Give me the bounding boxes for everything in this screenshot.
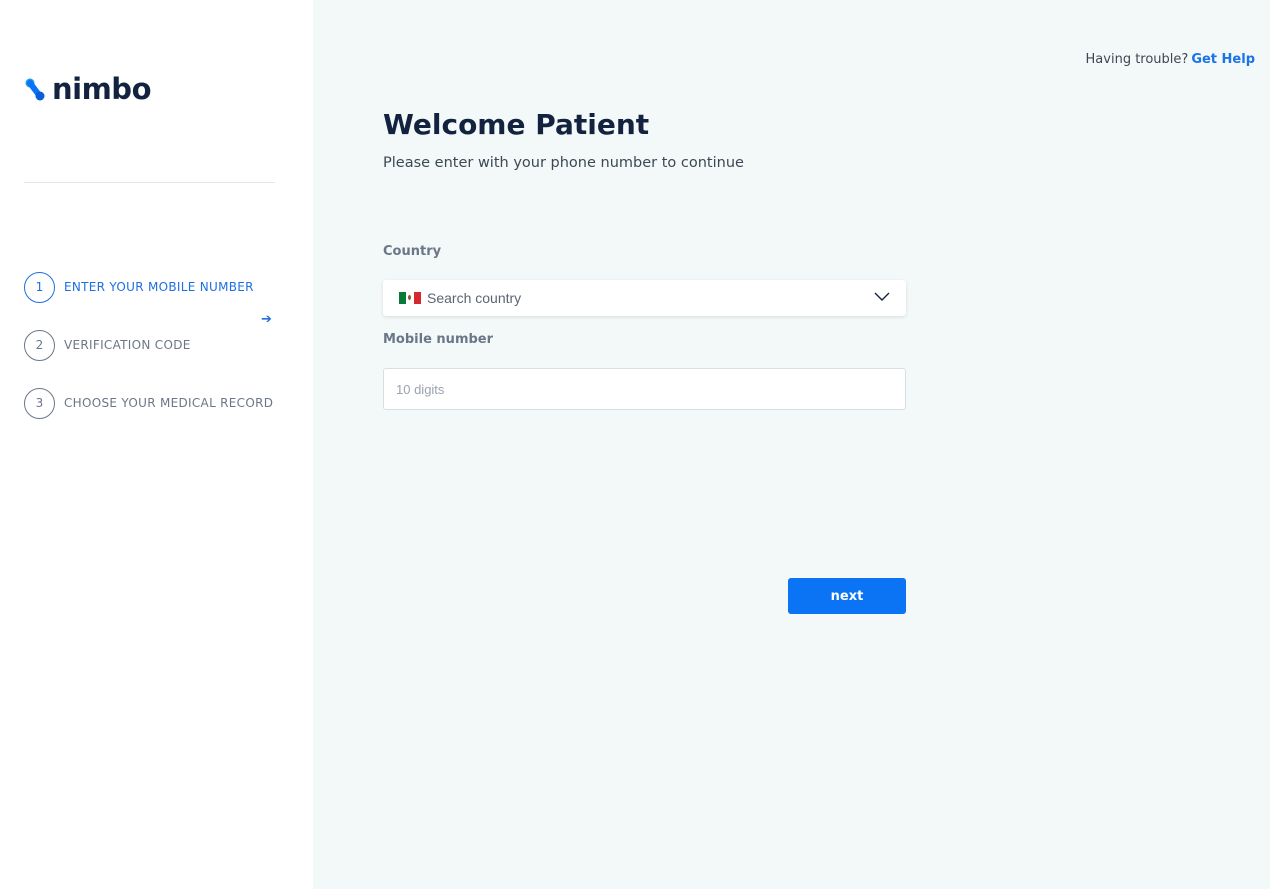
mexico-flag-icon: [399, 292, 421, 304]
arrow-right-icon: ➔: [261, 312, 272, 327]
step-number: 3: [24, 387, 55, 419]
country-placeholder: Search country: [427, 290, 522, 306]
step-label: CHOOSE YOUR MEDICAL RECORD: [64, 396, 274, 410]
logo[interactable]: nimbo: [24, 72, 152, 106]
page-subtitle: Please enter with your phone number to c…: [383, 155, 744, 171]
country-select[interactable]: Search country: [383, 280, 906, 316]
nimbo-logo-icon: [25, 78, 45, 101]
mobile-number-input[interactable]: [383, 368, 906, 410]
step-enter-mobile-number: 1 ENTER YOUR MOBILE NUMBER: [24, 271, 254, 303]
country-label: Country: [383, 244, 442, 259]
page-title: Welcome Patient: [383, 108, 650, 141]
step-verification-code: 2 VERIFICATION CODE: [24, 329, 191, 361]
next-button[interactable]: next: [788, 578, 906, 614]
step-number: 1: [24, 271, 55, 303]
get-help-link[interactable]: Get Help: [1191, 52, 1255, 67]
help-text: Having trouble?: [1085, 52, 1189, 67]
mobile-number-label: Mobile number: [383, 332, 494, 347]
step-choose-medical-record: 3 CHOOSE YOUR MEDICAL RECORD: [24, 387, 273, 419]
step-label: ENTER YOUR MOBILE NUMBER: [64, 280, 254, 294]
chevron-down-icon[interactable]: [874, 291, 890, 303]
step-label: VERIFICATION CODE: [64, 338, 191, 352]
step-number: 2: [24, 329, 55, 361]
help-prompt: Having trouble? Get Help: [1086, 52, 1255, 67]
sidebar-divider: [24, 182, 275, 183]
logo-text: nimbo: [52, 72, 152, 106]
sidebar: nimbo 1 ENTER YOUR MOBILE NUMBER ➔ 2 VER…: [0, 0, 313, 889]
